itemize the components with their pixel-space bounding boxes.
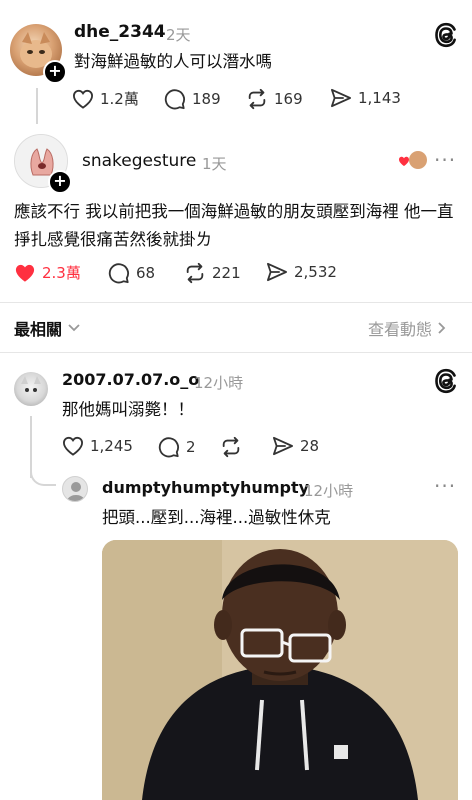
cat-photo-icon [21,376,41,392]
view-activity-link[interactable]: 查看動態 [368,316,446,340]
send-icon [330,88,351,108]
more-options-icon[interactable]: ··· [434,474,456,498]
repost-icon [248,88,266,110]
sort-dropdown[interactable]: 最相關 [14,316,80,340]
share-button[interactable]: 28 [272,436,319,456]
sort-label: 最相關 [14,320,63,339]
post-username[interactable]: dhe_2344 [74,22,166,42]
reply-text: 把頭...壓到...海裡...過敏性休克 [102,508,331,527]
repost-count: 221 [212,264,241,282]
person-photo-icon [102,540,458,800]
post-text: 應該不行 我以前把我一個海鮮過敏的朋友頭壓到海裡 他一直掙扎感覺很痛苦然後就掛ㄌ [14,202,454,249]
comment-button[interactable]: 2 [158,436,196,458]
heart-icon [72,89,94,109]
avatar-2007.07.07.o_o[interactable] [14,372,48,406]
chevron-down-icon [68,324,80,332]
share-count: 1,143 [358,89,401,107]
repost-button[interactable]: 221 [184,262,241,284]
reply-username[interactable]: dumptyhumptyhumpty [102,478,309,497]
repost-button[interactable]: 169 [246,88,303,110]
share-button[interactable]: 2,532 [266,262,337,282]
threads-logo-icon[interactable] [434,368,458,398]
thread-connector-curve [30,460,56,486]
avatar-dumptyhumptyhumpty[interactable] [62,476,88,502]
heart-icon [62,436,84,456]
share-button[interactable]: 1,143 [330,88,401,108]
send-icon [272,436,293,456]
repost-icon [222,436,240,458]
like-button[interactable]: 2.3萬 [14,262,81,283]
like-button[interactable]: 1,245 [62,436,133,456]
default-user-icon [66,482,86,501]
send-icon [266,262,287,282]
follow-plus-button[interactable]: + [48,170,72,194]
share-count: 28 [300,437,320,455]
post-timestamp: 1天 [202,155,227,173]
like-count: 1,245 [90,437,133,455]
post-text: 對海鮮過敏的人可以潛水嗎 [74,52,272,71]
follow-plus-button[interactable]: + [43,60,67,84]
reply-timestamp: 12小時 [304,482,354,500]
like-count: 1.2萬 [100,90,139,108]
share-count: 2,532 [294,263,337,281]
thread-connector-line [36,88,38,124]
liked-by-op-indicator [398,150,430,172]
comment-bubble-icon [108,263,129,284]
reply-username[interactable]: 2007.07.07.o_o [62,370,199,389]
chevron-right-icon [438,322,446,334]
section-divider [0,352,472,353]
comment-bubble-icon [158,437,179,458]
view-activity-label: 查看動態 [368,320,433,339]
comment-count: 2 [186,438,196,456]
heart-filled-icon [15,264,35,282]
comment-bubble-icon [164,89,185,110]
repost-button[interactable] [220,436,242,458]
threads-logo-icon[interactable] [434,22,458,52]
comment-button[interactable]: 68 [108,262,155,284]
post-username[interactable]: snakegesture [82,151,196,171]
comment-count: 189 [192,90,221,108]
section-divider [0,302,472,303]
post-timestamp: 2天 [166,26,191,44]
reply-attached-photo[interactable] [102,540,458,800]
like-count: 2.3萬 [42,264,81,282]
reply-timestamp: 12小時 [194,374,244,392]
repost-count: 169 [274,90,303,108]
more-options-icon[interactable]: ··· [434,148,456,172]
comment-count: 68 [136,264,156,282]
like-button[interactable]: 1.2萬 [72,88,139,109]
comment-button[interactable]: 189 [164,88,221,110]
repost-icon [186,262,204,284]
reply-text: 那他媽叫溺斃！！ [62,400,194,419]
